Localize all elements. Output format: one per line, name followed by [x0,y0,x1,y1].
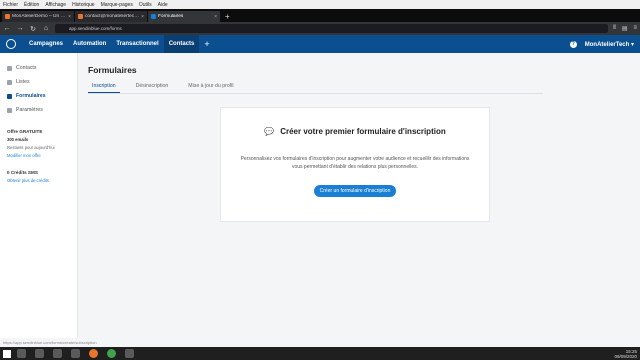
sidebar-item-label: Formulaires [16,93,46,99]
back-icon[interactable]: ← [3,25,11,32]
card-title-row: 💬 Créer votre premier formulaire d'inscr… [264,127,445,136]
account-name: MonAtelierTech [584,41,630,48]
page-title: Formulaires [88,65,137,75]
gear-icon [7,107,12,113]
app-icon[interactable] [125,349,134,358]
create-form-button[interactable]: Créer un formulaire d'inscription [313,185,397,197]
tab-favicon-icon [151,14,156,19]
chrome-icon[interactable] [107,349,116,358]
sidebar-item-contacts[interactable]: Contacts [0,61,77,75]
taskbar: 15:25 09/09/2020 [0,347,640,360]
chat-bubble-icon: 💬 [264,127,275,136]
nav-transactional[interactable]: Transactionnel [111,35,163,53]
close-icon[interactable]: × [68,14,71,20]
sidebar: Contacts Listes Formulaires Paramètres O… [0,53,78,338]
system-clock[interactable]: 15:25 09/09/2020 [614,349,637,359]
plan-panel: Offre GRATUITE 300 emails Restants pour … [0,117,77,183]
browser-tabbar: MonAtelierDemo – Un site ut... × contact… [0,9,640,22]
file-explorer-icon[interactable] [53,349,62,358]
home-icon[interactable]: ⌂ [42,25,50,32]
forward-icon[interactable]: → [16,25,24,32]
app-header: Campagnes Automation Transactionnel Cont… [0,35,640,53]
tab-label: MonAtelierDemo – Un site ut... [12,14,66,19]
plan-remaining: Restants pour aujourd'hui [7,145,55,150]
tab-label: contact@monateliertech.com [85,14,139,19]
sms-credits-title: 0 Crédits SMS [7,170,38,175]
tab-profile-update[interactable]: Mise à jour du profil [184,81,237,93]
nav-contacts[interactable]: Contacts [163,35,200,53]
content: Formulaires Inscription Désinscription M… [78,53,640,338]
tab-favicon-icon [5,14,10,19]
browser-tab-active[interactable]: Formulaires × [148,11,220,22]
card-description: Personnalisez vos formulaires d'inscript… [240,156,470,170]
account-menu[interactable]: MonAtelierTech ▾ [585,41,634,48]
add-icon[interactable]: + [199,35,214,53]
logo-icon[interactable] [6,39,16,49]
browser-menubar: Fichier Édition Affichage Historique Mar… [0,0,640,9]
tab-favicon-icon [78,14,83,19]
close-icon[interactable]: × [214,14,217,20]
tab-unsubscription[interactable]: Désinscription [132,81,173,93]
main-area: Contacts Listes Formulaires Paramètres O… [0,53,640,338]
reader-icon[interactable]: ▤ [622,25,628,32]
get-sms-credits-link[interactable]: Obtenir plus de crédits [7,178,70,183]
menu-bookmarks[interactable]: Marque-pages [101,2,133,8]
sidebar-item-label: Contacts [16,65,37,71]
plan-emails: 300 emails [7,137,29,142]
close-icon[interactable]: × [141,14,144,20]
change-plan-link[interactable]: Modifier mon offre [7,153,70,158]
firefox-icon[interactable] [89,349,98,358]
menu-icon[interactable]: ≡ [633,25,637,32]
menu-tools[interactable]: Outils [139,2,152,8]
help-icon[interactable]: ? [569,40,577,48]
menu-history[interactable]: Historique [72,2,95,8]
menu-help[interactable]: Aide [158,2,168,8]
empty-state-card: 💬 Créer votre premier formulaire d'inscr… [220,107,490,222]
new-tab-button[interactable]: + [225,11,230,22]
library-icon[interactable]: ⫴ [613,25,616,32]
sidebar-item-lists[interactable]: Listes [0,75,77,89]
sidebar-item-label: Listes [16,79,30,85]
address-bar[interactable]: app.sendinblue.com/forms [55,24,609,33]
form-tabs: Inscription Désinscription Mise à jour d… [88,81,543,94]
menu-file[interactable]: Fichier [3,2,18,8]
sidebar-item-label: Paramètres [16,107,43,113]
tab-subscription[interactable]: Inscription [88,81,120,93]
sidebar-item-settings[interactable]: Paramètres [0,103,77,117]
browser-tab[interactable]: MonAtelierDemo – Un site ut... × [2,11,74,22]
browser-tab[interactable]: contact@monateliertech.com × [75,11,147,22]
menu-edit[interactable]: Édition [24,2,39,8]
nav-campaigns[interactable]: Campagnes [24,35,68,53]
clock-date: 09/09/2020 [614,353,637,359]
form-icon [7,93,12,99]
card-title: Créer votre premier formulaire d'inscrip… [280,127,446,136]
nav-automation[interactable]: Automation [68,35,111,53]
sidebar-item-forms[interactable]: Formulaires [0,89,77,103]
task-view-icon[interactable] [35,349,44,358]
search-icon[interactable] [17,349,26,358]
user-icon [7,65,12,71]
list-icon [7,79,12,85]
reload-icon[interactable]: ↻ [29,25,37,33]
menu-view[interactable]: Affichage [45,2,66,8]
windows-start-icon[interactable] [3,349,11,358]
browser-navbar: ← → ↻ ⌂ app.sendinblue.com/forms ⫴ ▤ ≡ [0,22,640,35]
tab-label: Formulaires [158,14,184,19]
plan-title: Offre GRATUITE [7,129,43,134]
status-url: https://app.sendinblue.com/forms/create/… [3,340,97,345]
mail-icon[interactable] [71,349,80,358]
